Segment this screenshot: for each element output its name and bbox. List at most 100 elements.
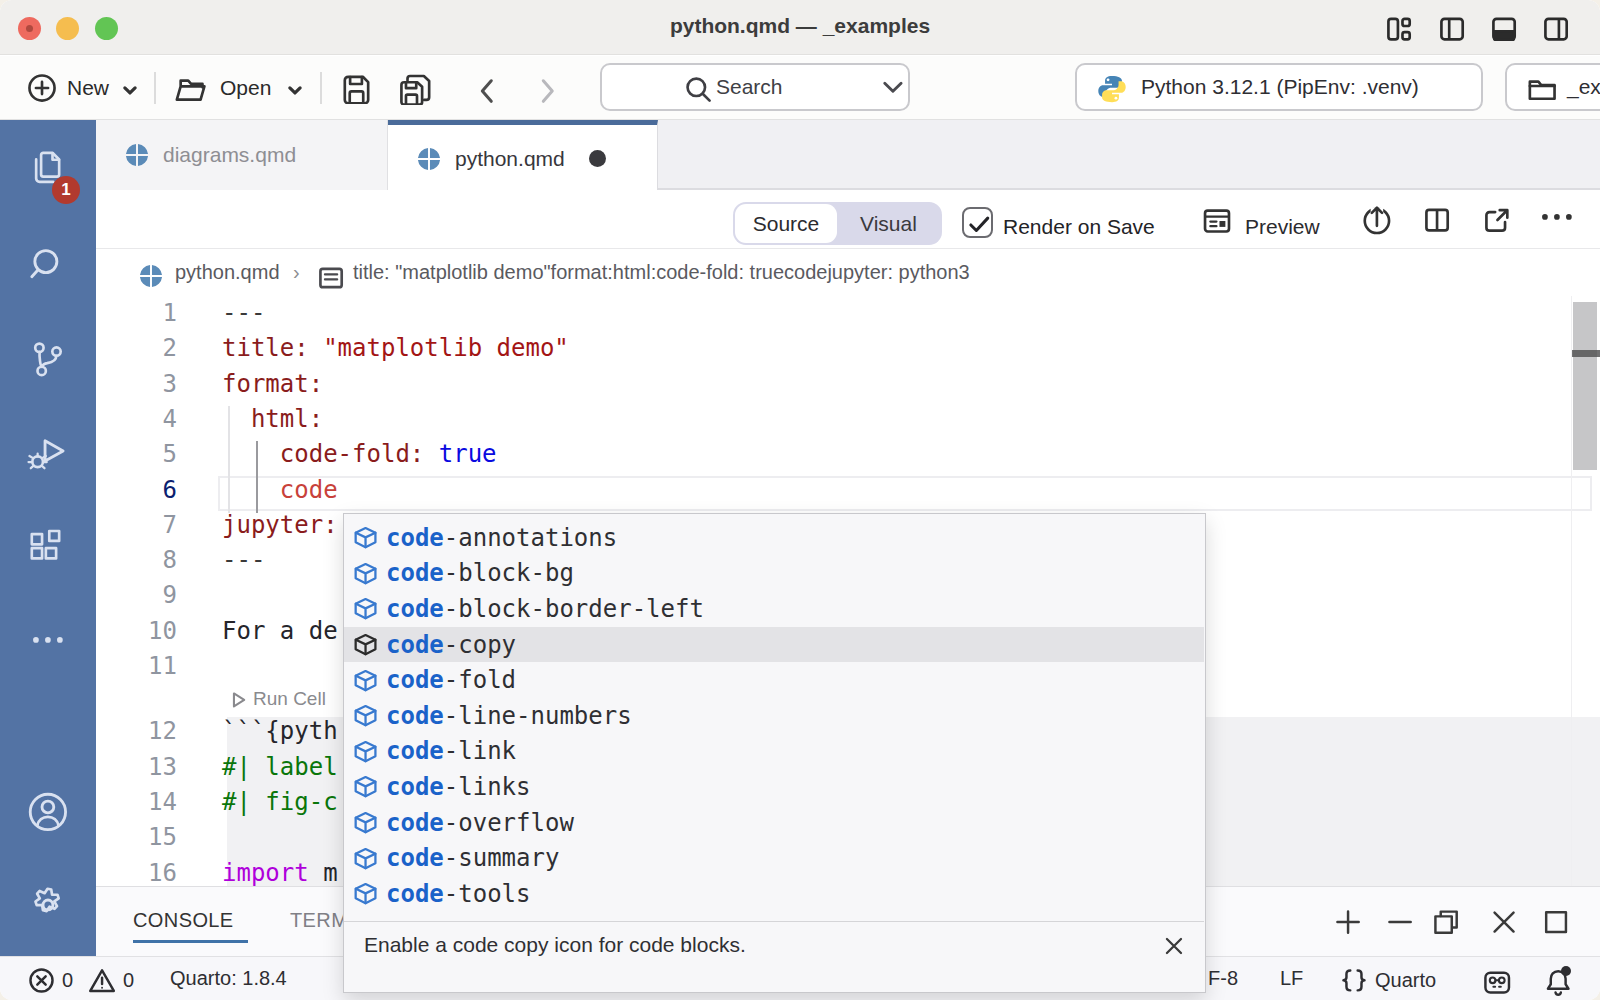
open-folder-icon xyxy=(174,74,208,104)
editor-tabs: diagrams.qmd python.qmd xyxy=(96,120,1600,190)
tab-python.qmd[interactable]: python.qmd xyxy=(388,120,658,192)
status-Quarto[interactable]: Quarto xyxy=(1340,967,1436,993)
new-button[interactable]: New xyxy=(67,76,109,100)
search-box[interactable]: Search xyxy=(600,63,910,111)
panel-bottom-icon[interactable] xyxy=(1490,15,1518,43)
breadcrumb-symbol[interactable]: title: "matplotlib demo"format:html:code… xyxy=(353,261,970,284)
tab-label: python.qmd xyxy=(455,147,565,171)
sidebar-left-icon[interactable] xyxy=(1438,15,1466,43)
suggestion-doc-text: Enable a code copy icon for code blocks. xyxy=(364,933,746,957)
suggestion-doc: Enable a code copy icon for code blocks. xyxy=(344,921,1204,992)
suggestion-code-fold[interactable]: code-fold xyxy=(344,662,1204,698)
suggestion-code-block-border-left[interactable]: code-block-border-left xyxy=(344,591,1204,627)
status-LF[interactable]: LF xyxy=(1280,967,1303,990)
open-button[interactable]: Open xyxy=(220,76,271,100)
more-actions-icon[interactable] xyxy=(1540,212,1574,222)
panel-restore-icon[interactable] xyxy=(1432,908,1460,936)
tab-diagrams.qmd[interactable]: diagrams.qmd xyxy=(96,120,388,190)
workspace-folder-icon xyxy=(1527,75,1557,103)
code-line: title: "matplotlib demo" xyxy=(222,334,569,362)
search-icon xyxy=(28,246,68,286)
render-on-save-checkbox[interactable] xyxy=(962,207,993,238)
preview-icon[interactable] xyxy=(1202,206,1232,236)
property-icon xyxy=(353,596,378,621)
suggestion-code-line-numbers[interactable]: code-line-numbers xyxy=(344,698,1204,734)
preview-label[interactable]: Preview xyxy=(1245,215,1320,239)
status-feedback-icon[interactable] xyxy=(1482,967,1512,997)
suggestion-code-annotations[interactable]: code-annotations xyxy=(344,520,1204,556)
sidebar-item-gear[interactable] xyxy=(0,858,96,952)
source-mode-button[interactable]: Source xyxy=(735,204,837,243)
autocomplete-popup: code-annotationscode-block-bgcode-block-… xyxy=(343,513,1206,993)
mode-toggle: Source Visual xyxy=(733,202,942,245)
scrollbar-thumb[interactable] xyxy=(1573,302,1597,470)
close-icon[interactable] xyxy=(1162,934,1186,958)
open-dropdown-caret-icon[interactable] xyxy=(287,85,303,97)
token: code-fold: xyxy=(280,440,425,468)
interpreter-label: Python 3.12.1 (PipEnv: .venv) xyxy=(1141,75,1419,99)
token: jupyter: xyxy=(222,511,338,539)
save-all-icon[interactable] xyxy=(398,72,433,105)
status-warning-icon[interactable]: 0 xyxy=(88,967,134,994)
status-bell-icon[interactable] xyxy=(1543,967,1573,997)
token: --- xyxy=(222,299,265,327)
new-dropdown-caret-icon[interactable] xyxy=(122,85,138,97)
toolbar-separator xyxy=(320,72,322,104)
suggestion-code-summary[interactable]: code-summary xyxy=(344,840,1204,876)
sidebar-item-search[interactable] xyxy=(0,219,96,313)
panel-tab-console[interactable]: CONSOLE xyxy=(133,909,234,932)
sidebar-item-source-control[interactable] xyxy=(0,313,96,407)
suggestion-code-tools[interactable]: code-tools xyxy=(344,876,1204,912)
suggestion-code-link[interactable]: code-link xyxy=(344,734,1204,770)
token: ```{pyth xyxy=(222,717,338,745)
breadcrumb-file[interactable]: python.qmd xyxy=(175,261,280,284)
token: #| label xyxy=(222,753,338,781)
status-text: F-8 xyxy=(1208,967,1238,990)
back-icon[interactable] xyxy=(477,76,497,106)
sidebar-right-icon[interactable] xyxy=(1542,15,1570,43)
sidebar-item-run-debug[interactable] xyxy=(0,408,96,502)
suggestion-label: code-copy xyxy=(386,631,516,659)
suggestion-code-block-bg[interactable]: code-block-bg xyxy=(344,556,1204,592)
publish-icon[interactable] xyxy=(1360,203,1394,237)
property-icon xyxy=(353,703,378,728)
token: m xyxy=(309,859,338,887)
code-line: code-fold: true xyxy=(222,440,497,468)
sidebar-item-ellipsis[interactable] xyxy=(0,593,96,687)
status-F-8[interactable]: F-8 xyxy=(1208,967,1238,990)
code-line: #| fig-c xyxy=(222,788,338,816)
quarto-file-icon xyxy=(138,263,164,289)
property-icon xyxy=(353,774,378,799)
search-dropdown-icon[interactable] xyxy=(880,79,906,97)
sidebar-item-account[interactable] xyxy=(0,765,96,859)
overview-ruler-mark xyxy=(1572,350,1600,357)
status-error-icon[interactable]: 0 xyxy=(28,967,73,994)
ellipsis-icon xyxy=(31,635,65,645)
quarto-file-icon xyxy=(124,142,150,168)
split-editor-icon[interactable] xyxy=(1423,206,1451,234)
open-external-icon[interactable] xyxy=(1483,206,1511,234)
sidebar-item-files[interactable] xyxy=(0,121,96,215)
line-number: 1 xyxy=(96,299,177,327)
panel-close-icon[interactable] xyxy=(1490,908,1518,936)
suggestion-code-links[interactable]: code-links xyxy=(344,769,1204,805)
workspace-selector[interactable]: _ex xyxy=(1505,63,1600,111)
code-line: --- xyxy=(222,299,265,327)
panel-maximize-icon[interactable] xyxy=(1542,908,1570,936)
line-number: 5 xyxy=(96,440,177,468)
visual-mode-button[interactable]: Visual xyxy=(837,202,940,245)
panel-minus-icon[interactable] xyxy=(1386,908,1414,936)
save-icon[interactable] xyxy=(341,73,372,104)
sidebar-item-extensions[interactable] xyxy=(0,501,96,595)
status-Quarto: 1.8.4[interactable]: Quarto: 1.8.4 xyxy=(170,967,287,990)
layout-icon[interactable] xyxy=(1385,15,1413,43)
status-text: 0 xyxy=(123,969,134,992)
python-logo-icon xyxy=(1097,74,1127,104)
forward-icon[interactable] xyxy=(538,76,558,106)
suggestion-code-copy[interactable]: code-copy xyxy=(344,627,1204,663)
suggestion-code-overflow[interactable]: code-overflow xyxy=(344,805,1204,841)
interpreter-selector[interactable]: Python 3.12.1 (PipEnv: .venv) xyxy=(1075,63,1483,111)
panel-plus-icon[interactable] xyxy=(1334,908,1362,936)
run-cell-codelens[interactable]: Run Cell xyxy=(229,688,326,710)
status-text: 0 xyxy=(62,969,73,992)
